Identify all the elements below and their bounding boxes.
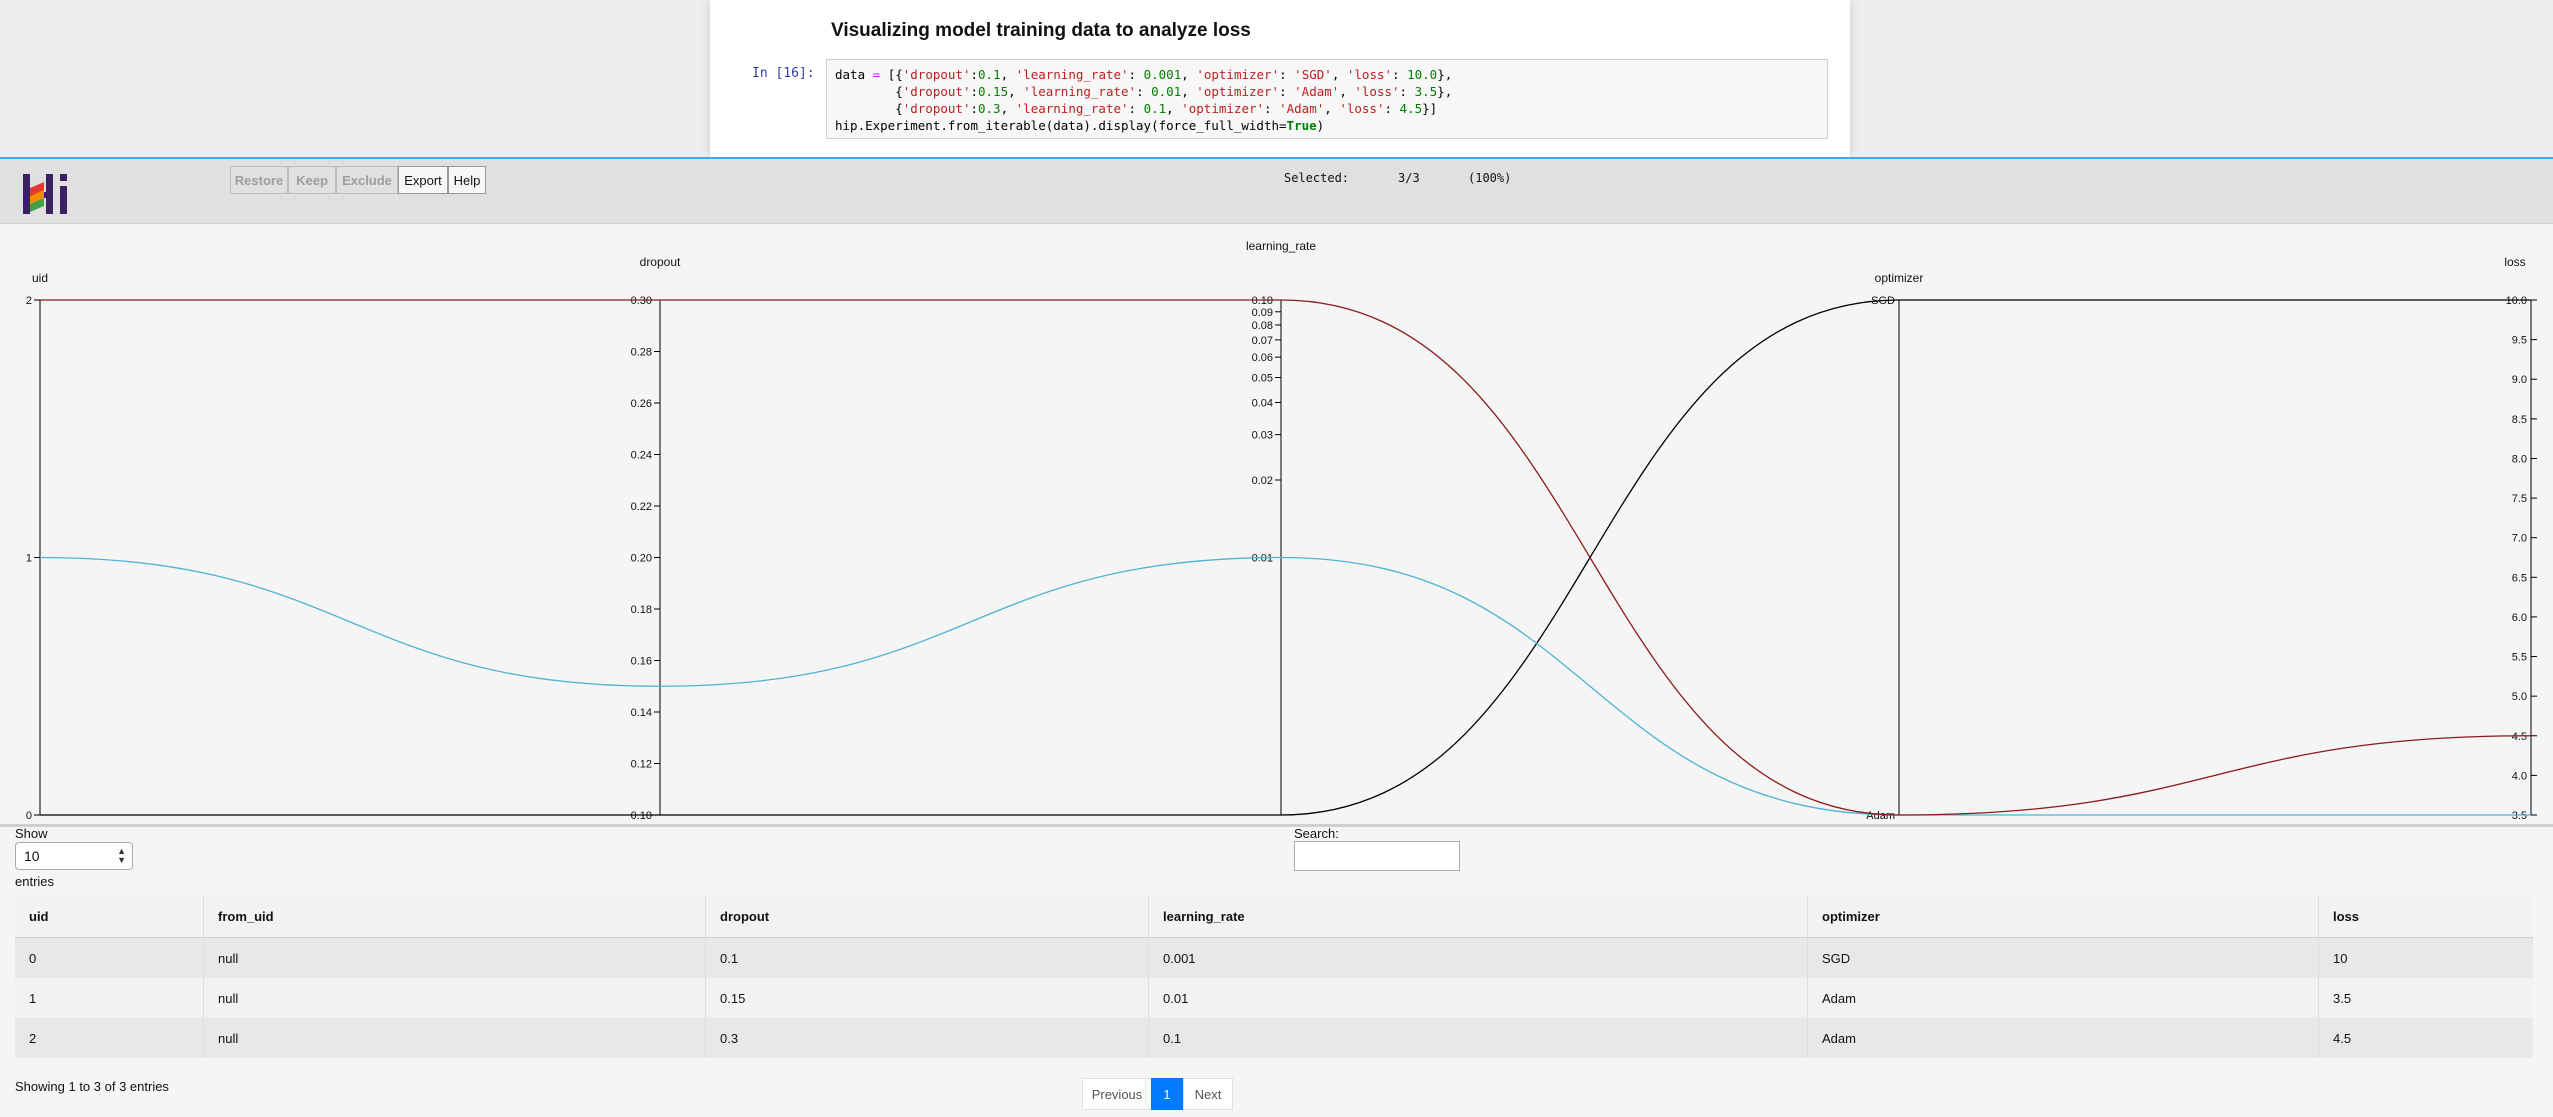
help-button[interactable]: Help (448, 166, 486, 194)
table-cell: 0.15 (705, 978, 1149, 1018)
axis-tick-label: 0.06 (1252, 352, 1273, 364)
axis-tick-label: 0.04 (1252, 397, 1273, 409)
axis-tick-label: 0.08 (1252, 320, 1273, 332)
axis-uid-title: uid (32, 271, 48, 285)
restore-button[interactable]: Restore (230, 166, 288, 194)
data-line-uid-1 (39, 556, 2531, 816)
axis-tick-label: 5.5 (2512, 652, 2527, 664)
axis-tick-label: 10.0 (2506, 295, 2527, 307)
table-cell: 10 (2318, 937, 2533, 978)
selected-label: Selected: (1284, 171, 1350, 185)
axis-dropout-title: dropout (640, 255, 681, 269)
axis-tick-label: 8.0 (2512, 453, 2527, 465)
column-header-dropout[interactable]: dropout (705, 896, 1149, 938)
table-cell: null (203, 937, 706, 978)
previous-page-button[interactable]: Previous (1082, 1078, 1152, 1110)
axis-tick-label: 0.02 (1252, 475, 1273, 487)
axis-tick-label: 0.18 (631, 604, 652, 616)
table-cell: Adam (1807, 978, 2319, 1018)
table-cell: 0.1 (705, 937, 1149, 978)
axis-tick-label: 8.5 (2512, 414, 2527, 426)
entries-select-value: 10 (24, 848, 40, 864)
table-cell: 1 (15, 978, 204, 1018)
keep-button[interactable]: Keep (288, 166, 336, 194)
column-header-uid[interactable]: uid (15, 896, 204, 938)
axis-tick-label: 0.16 (631, 656, 652, 668)
axis-tick-label: 0.30 (631, 295, 652, 307)
axis-tick-label: 0.14 (631, 707, 652, 719)
table-cell: 0 (15, 937, 204, 978)
column-header-from-uid[interactable]: from_uid (203, 896, 706, 938)
axis-tick-label: 0.03 (1252, 430, 1273, 442)
axis-tick-label: 0.10 (1252, 295, 1273, 307)
axis-tick-label: 0.28 (631, 347, 652, 359)
table-header-row: uid from_uid dropout learning_rate optim… (15, 896, 2533, 938)
axis-tick-label: 9.5 (2512, 335, 2527, 347)
table-cell: 0.001 (1148, 937, 1808, 978)
next-page-button[interactable]: Next (1183, 1078, 1233, 1110)
column-header-learning-rate[interactable]: learning_rate (1148, 896, 1808, 938)
search-input[interactable] (1294, 841, 1460, 871)
axis-tick-label: 0.07 (1252, 335, 1273, 347)
axis-learning_rate-title: learning_rate (1246, 239, 1316, 253)
search-label: Search: (1294, 826, 1339, 841)
table-row[interactable]: 1 null 0.15 0.01 Adam 3.5 (15, 978, 2533, 1018)
axis-tick-label: 0.01 (1252, 553, 1273, 565)
axis-tick-label: Adam (1866, 810, 1895, 822)
axis-tick-label: 6.0 (2512, 612, 2527, 624)
axis-optimizer-title: optimizer (1875, 271, 1924, 285)
table-cell: null (203, 978, 706, 1018)
data-table: uid from_uid dropout learning_rate optim… (15, 896, 2533, 1058)
axis-tick-label: 0.09 (1252, 307, 1273, 319)
table-row[interactable]: 2 null 0.3 0.1 Adam 4.5 (15, 1018, 2533, 1058)
axis-loss-title: loss (2504, 255, 2525, 269)
axis-tick-label: 0.22 (631, 501, 652, 513)
axis-tick-label: 0.05 (1252, 373, 1273, 385)
export-button[interactable]: Export (398, 166, 448, 194)
axis-tick-label: 0.12 (631, 759, 652, 771)
axis-tick-label: 5.0 (2512, 691, 2527, 703)
axis-tick-label: 7.5 (2512, 493, 2527, 505)
hiplot-logo (23, 174, 67, 214)
page-1-button[interactable]: 1 (1151, 1078, 1183, 1110)
exclude-button[interactable]: Exclude (336, 166, 398, 194)
table-cell: 0.01 (1148, 978, 1808, 1018)
axis-tick-label: 2 (26, 295, 32, 307)
axis-tick-label: 0.20 (631, 553, 652, 565)
axis-tick-label: 0.24 (631, 450, 652, 462)
selected-count: 3/3 (1398, 171, 1420, 185)
code-cell[interactable]: data = [{'dropout':0.1, 'learning_rate':… (826, 59, 1828, 139)
axis-tick-label: 4.0 (2512, 770, 2527, 782)
cell-prompt: In [16]: (752, 66, 815, 81)
column-header-loss[interactable]: loss (2318, 896, 2533, 938)
table-cell: null (203, 1018, 706, 1058)
show-label: Show (15, 826, 48, 841)
axis-tick-label: 6.5 (2512, 572, 2527, 584)
table-cell: 3.5 (2318, 978, 2533, 1018)
column-header-optimizer[interactable]: optimizer (1807, 896, 2319, 938)
entries-label: entries (15, 874, 55, 889)
select-arrows-icon: ▲ ▼ (117, 846, 126, 865)
table-cell: SGD (1807, 937, 2319, 978)
table-row[interactable]: 0 null 0.1 0.001 SGD 10 (15, 937, 2533, 978)
axis-tick-label: 0.10 (631, 810, 652, 822)
axis-tick-label: 9.0 (2512, 374, 2527, 386)
axis-tick-label: 7.0 (2512, 533, 2527, 545)
table-cell: 4.5 (2318, 1018, 2533, 1058)
table-cell: 0.1 (1148, 1018, 1808, 1058)
entries-select[interactable]: 10 ▲ ▼ (15, 842, 133, 870)
parallel-coordinates-chart[interactable]: uid 0 1 2 dropout 0.10 0.12 0.14 0.16 0.18 0.20 0.2… (0, 224, 2553, 824)
table-info: Showing 1 to 3 of 3 entries (15, 1079, 169, 1094)
notebook-title: Visualizing model training data to analy… (831, 20, 1251, 41)
axis-tick-label: 0 (26, 810, 32, 822)
table-cell: Adam (1807, 1018, 2319, 1058)
table-cell: 2 (15, 1018, 204, 1058)
axis-tick-label: 4.5 (2512, 731, 2527, 743)
table-cell: 0.3 (705, 1018, 1149, 1058)
axis-tick-label: 0.26 (631, 398, 652, 410)
axis-tick-label: 1 (26, 553, 32, 565)
code-text[interactable]: data = [{'dropout':0.1, 'learning_rate':… (835, 66, 1452, 134)
selected-percent: (100%) (1468, 171, 1512, 185)
axis-tick-label: 3.5 (2512, 810, 2527, 822)
